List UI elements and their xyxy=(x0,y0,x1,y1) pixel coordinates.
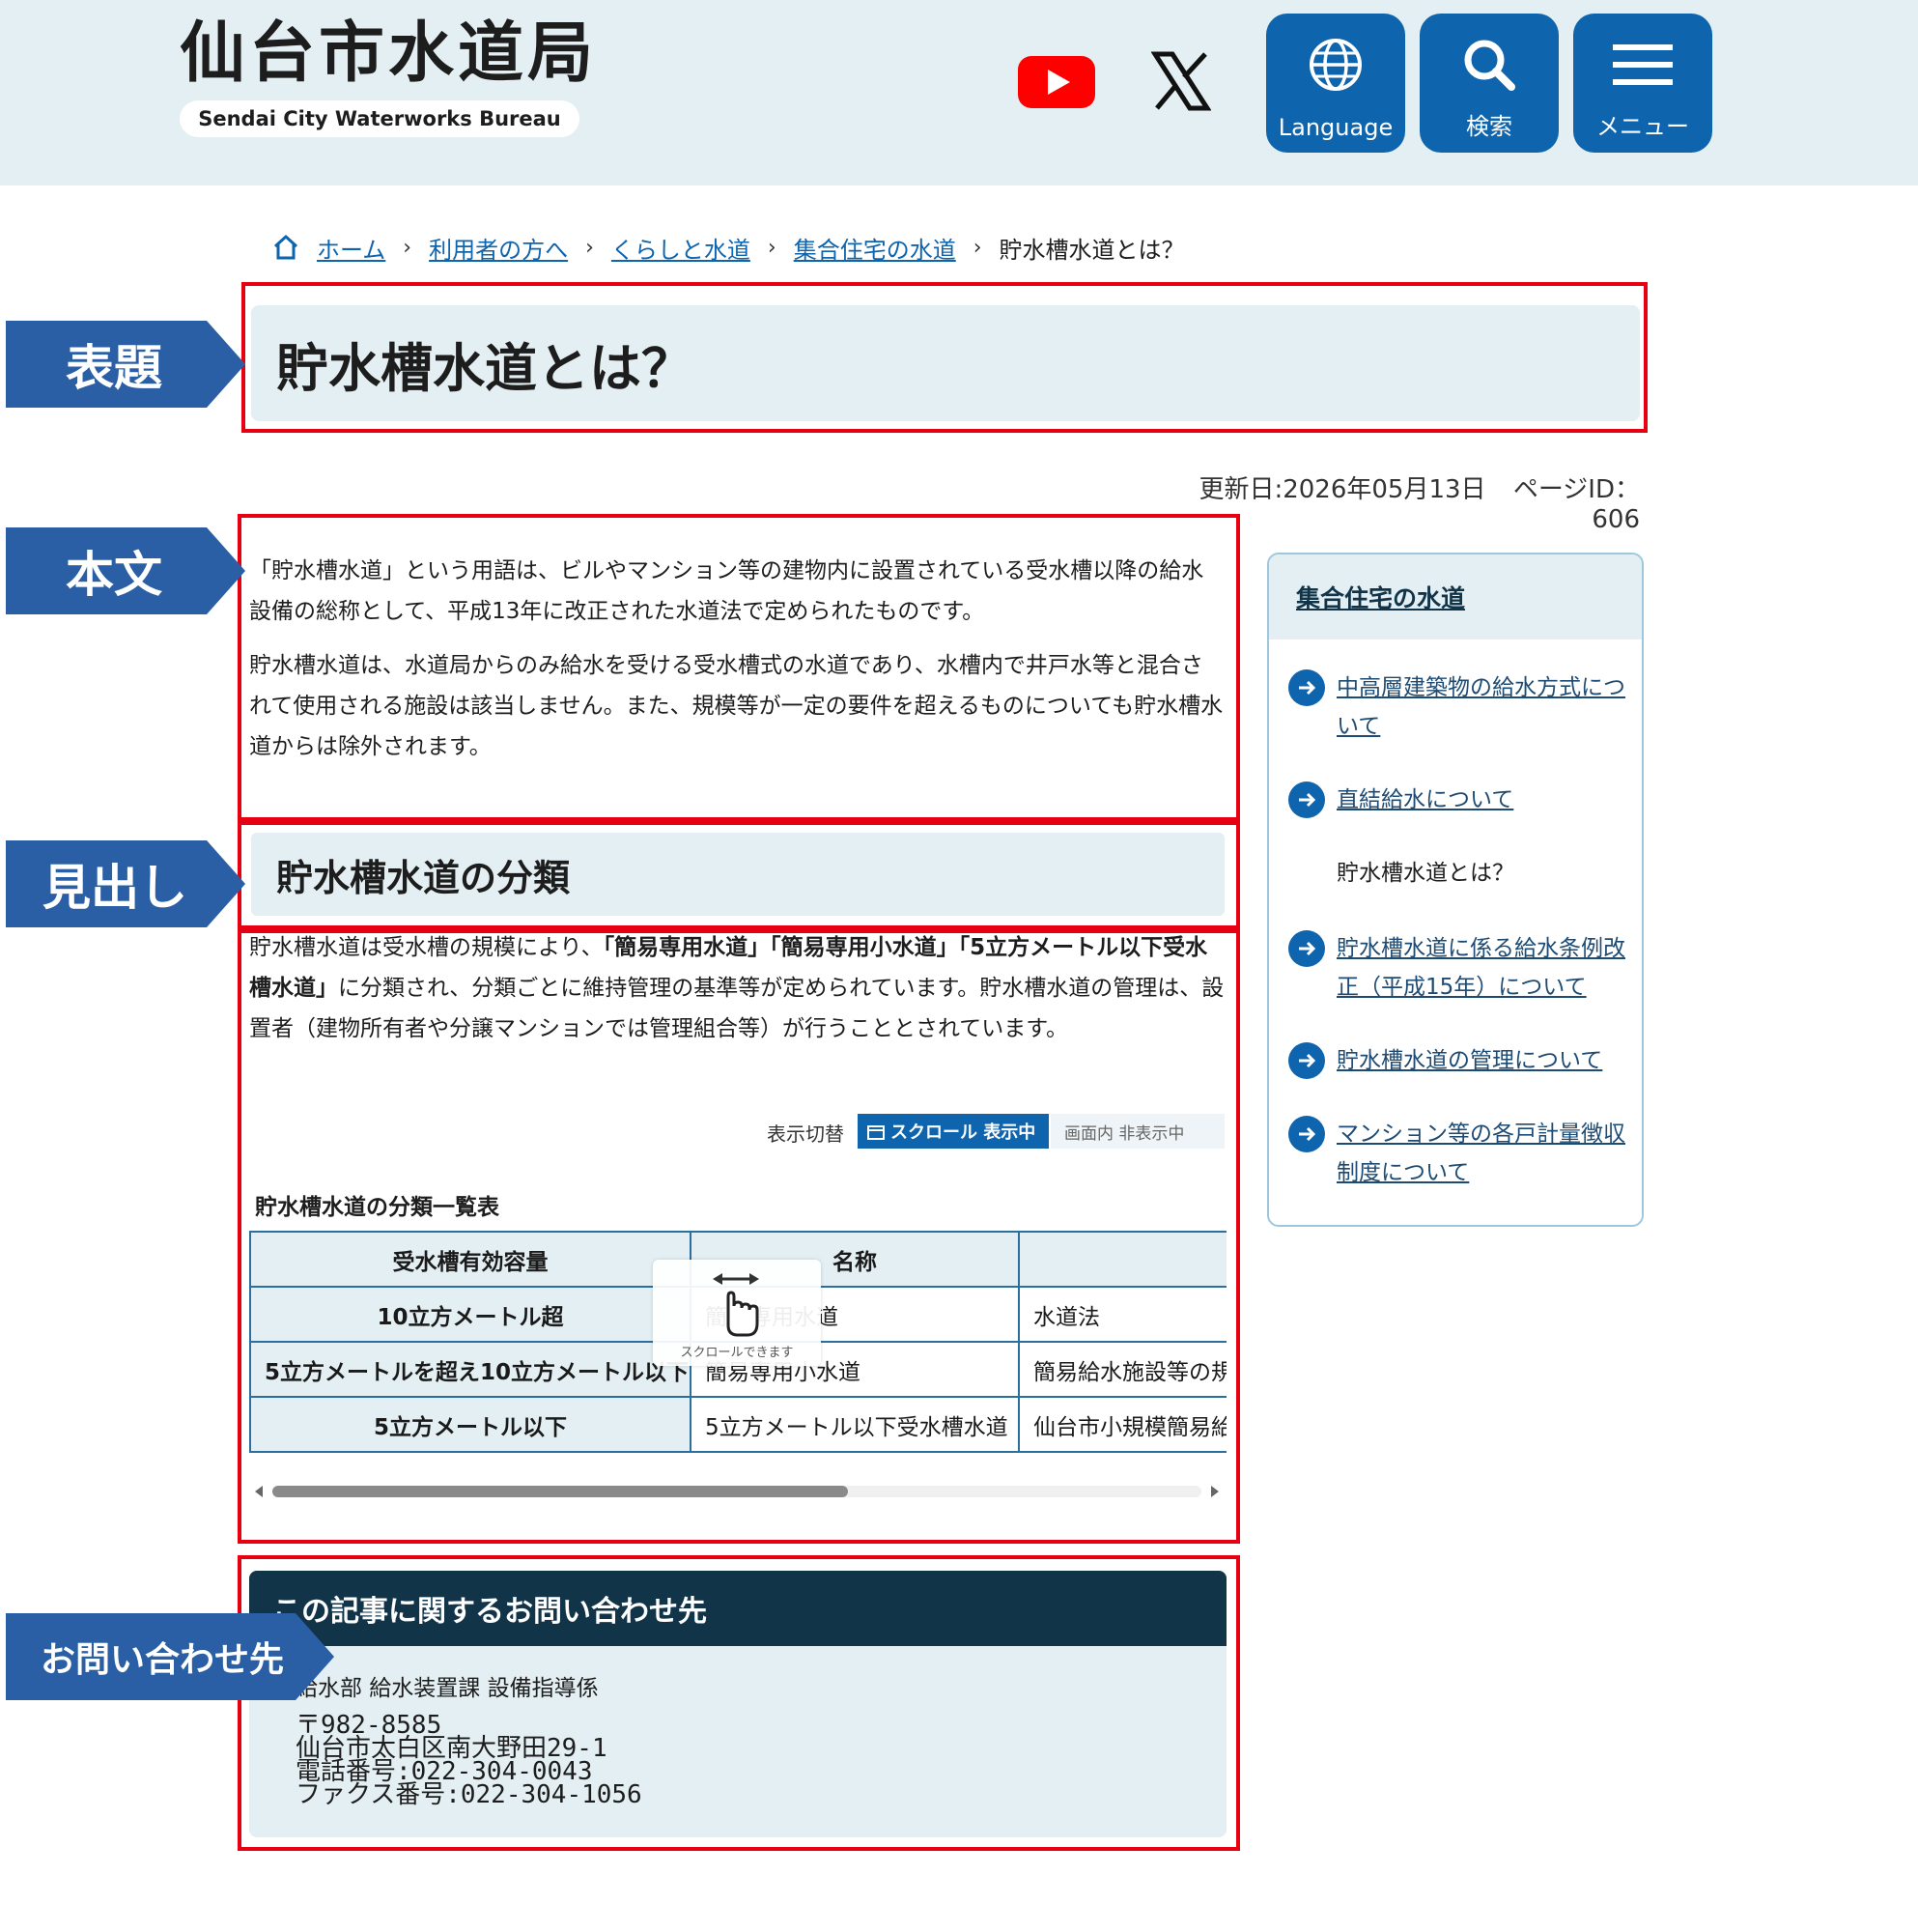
sidebar-item-ordinance[interactable]: 貯水槽水道に係る給水条例改正（平成15年）について xyxy=(1288,929,1626,1007)
globe-icon xyxy=(1310,39,1362,91)
breadcrumb-current: 貯水槽水道とは？ xyxy=(999,236,1185,264)
sidebar-heading: 集合住宅の水道 xyxy=(1269,554,1642,639)
body-highlight-box xyxy=(238,514,1240,821)
arrow-right-circle-icon xyxy=(1288,669,1325,706)
section-highlight-box xyxy=(238,929,1240,1544)
header-wave-divider xyxy=(0,160,1918,178)
annotation-heading-tag: 見出し xyxy=(6,840,245,927)
menu-button[interactable]: メニュー xyxy=(1573,14,1712,153)
arrow-right-circle-icon xyxy=(1288,1042,1325,1079)
home-icon[interactable] xyxy=(272,234,299,261)
breadcrumb-link-apartment[interactable]: 集合住宅の水道 xyxy=(794,231,956,265)
title-highlight-box xyxy=(241,282,1648,433)
annotation-body-tag: 本文 xyxy=(6,527,245,614)
sidebar-link[interactable]: 貯水槽水道に係る給水条例改正（平成15年）について xyxy=(1337,929,1626,1007)
updated-date: 更新日:2026年05月13日 xyxy=(1199,475,1486,504)
sidebar-link[interactable]: マンション等の各戸計量徴収制度について xyxy=(1337,1115,1626,1192)
arrow-right-circle-icon xyxy=(1288,781,1325,818)
x-icon[interactable] xyxy=(1151,50,1211,112)
sidebar-item-direct-supply[interactable]: 直結給水について xyxy=(1288,781,1626,819)
sidebar-item-highrise[interactable]: 中高層建築物の給水方式について xyxy=(1288,668,1626,746)
site-subtitle: Sendai City Waterworks Bureau xyxy=(180,100,579,137)
language-button[interactable]: Language xyxy=(1266,14,1405,153)
youtube-icon[interactable] xyxy=(1018,54,1095,110)
contact-highlight-box xyxy=(238,1555,1240,1851)
breadcrumb-link-living[interactable]: くらしと水道 xyxy=(611,231,750,265)
breadcrumb: ホーム › 利用者の方へ › くらしと水道 › 集合住宅の水道 › 貯水槽水道と… xyxy=(272,230,1185,265)
chevron-right-icon: › xyxy=(767,235,776,260)
sidebar-link[interactable]: 直結給水について xyxy=(1337,781,1513,819)
chevron-right-icon: › xyxy=(585,235,594,260)
sidebar-item-current: 貯水槽水道とは？ xyxy=(1288,854,1626,893)
site-title[interactable]: 仙台市水道局 xyxy=(180,21,597,87)
search-label: 検索 xyxy=(1466,113,1512,140)
chevron-right-icon: › xyxy=(403,235,412,260)
sidebar-item-metering[interactable]: マンション等の各戸計量徴収制度について xyxy=(1288,1115,1626,1192)
chevron-right-icon: › xyxy=(973,235,982,260)
sidebar-link[interactable]: 貯水槽水道の管理について xyxy=(1337,1041,1602,1080)
annotation-contact-tag: お問い合わせ先 xyxy=(6,1613,334,1700)
sidebar-link[interactable]: 中高層建築物の給水方式について xyxy=(1337,668,1626,746)
search-button[interactable]: 検索 xyxy=(1420,14,1559,153)
language-label: Language xyxy=(1278,114,1394,141)
menu-label: メニュー xyxy=(1596,113,1689,140)
page-id: ページID：606 xyxy=(1512,475,1640,534)
arrow-right-circle-icon xyxy=(1288,1116,1325,1152)
breadcrumb-link-users[interactable]: 利用者の方へ xyxy=(429,231,568,265)
sidebar-related-links: 集合住宅の水道 中高層建築物の給水方式について 直結給水について 貯水槽水道とは… xyxy=(1267,553,1644,1227)
arrow-right-circle-icon xyxy=(1288,930,1325,967)
sidebar-current-label: 貯水槽水道とは？ xyxy=(1337,861,1514,886)
annotation-title-tag: 表題 xyxy=(6,321,245,408)
site-header: 仙台市水道局 Sendai City Waterworks Bureau Lan… xyxy=(0,0,1918,185)
search-icon xyxy=(1464,40,1515,91)
hamburger-menu-icon xyxy=(1613,44,1673,85)
sidebar-item-management[interactable]: 貯水槽水道の管理について xyxy=(1288,1041,1626,1080)
sidebar-heading-link[interactable]: 集合住宅の水道 xyxy=(1296,580,1465,614)
heading-highlight-box xyxy=(238,821,1240,929)
breadcrumb-link-home[interactable]: ホーム xyxy=(317,231,385,265)
